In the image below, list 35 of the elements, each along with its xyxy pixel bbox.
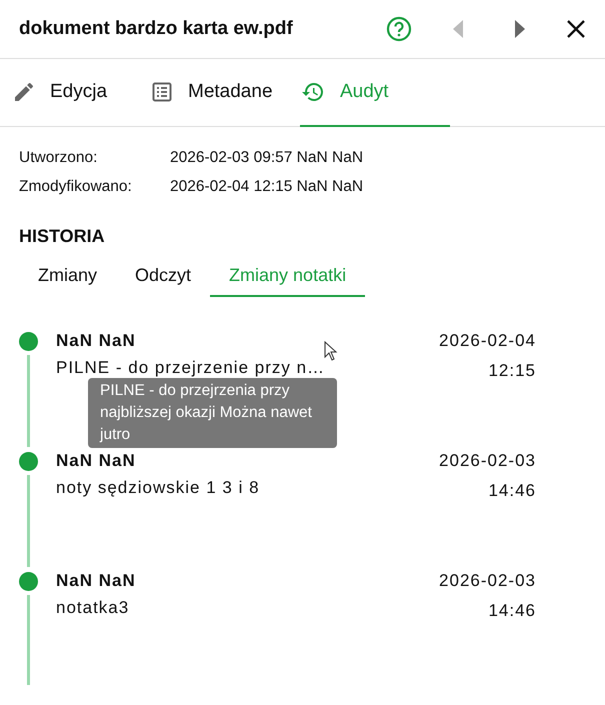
entry-date: 2026-02-04 [439,331,536,351]
timeline-dot-icon [19,332,38,351]
entry-date: 2026-02-03 [439,571,536,591]
meta-label: Utworzono: [19,149,98,167]
tooltip: PILNE - do przejrzenia przy najbliższej okazji Można nawet jutro [88,378,337,448]
meta-value: 2026-02-04 12:15 NaN NaN [170,178,364,196]
note-text: PILNE - do przejrzenie przy n… [56,358,326,378]
pencil-icon [12,80,36,104]
document-title: dokument bardzo karta ew.pdf [19,18,294,40]
tab[interactable]: Metadane [150,59,300,127]
list-icon [150,80,174,104]
tab[interactable]: Edycja [12,59,150,127]
timeline-dot-icon [19,572,38,591]
section-heading: HISTORIA [19,226,106,247]
help-button[interactable] [386,16,412,42]
tab[interactable]: Odczyt [116,265,210,297]
close-button[interactable] [566,19,586,39]
next-button[interactable] [514,19,526,39]
author-name: NaN NaN [56,571,137,591]
entry-time: 12:15 [488,361,536,381]
note-text: notatka3 [56,598,130,618]
author-name: NaN NaN [56,451,137,471]
tab[interactable]: Zmiany notatki [210,265,366,297]
history-icon [300,80,326,104]
cursor-icon [324,341,338,361]
meta-value: 2026-02-03 09:57 NaN NaN [170,149,364,167]
meta-label: Zmodyfikowano: [19,178,133,196]
tab[interactable]: Zmiany [19,265,116,297]
tab[interactable]: Audyt [300,59,450,127]
entry-date: 2026-02-03 [439,451,536,471]
note-text: noty sędziowskie 1 3 i 8 [56,478,261,498]
entry-time: 14:46 [488,601,536,621]
author-name: NaN NaN [56,331,137,351]
timeline-dot-icon [19,452,38,471]
entry-time: 14:46 [488,481,536,501]
